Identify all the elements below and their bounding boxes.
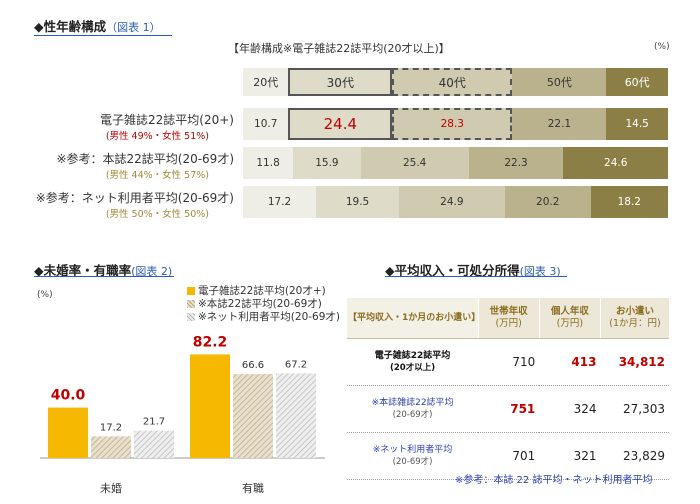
table-header-cell: 個人年収 (万円): [538, 298, 601, 339]
age-segment: 20.2: [504, 186, 591, 218]
value-cell: 34,812: [600, 338, 669, 386]
age-header-1: 20代: [243, 68, 289, 96]
bar: [190, 354, 230, 458]
table-row: ※本誌雑誌22誌平均 (20-69才) 751 324 27,303: [347, 385, 669, 433]
age-chart-title: 【年齢構成※電子雑誌22誌平均(20才以上)】: [228, 42, 450, 55]
header-text: (1か月：円): [609, 318, 661, 329]
value-cell: 27,303: [600, 385, 669, 433]
bar-value-label: 17.2: [100, 422, 122, 433]
bar: [134, 430, 174, 458]
bar: [276, 373, 316, 458]
header-text: 世帯年収: [489, 306, 528, 317]
age-row-sub: (男性 50%・女性 50%): [105, 209, 209, 220]
value-cell: 710: [478, 338, 540, 386]
age-segment: 24.9: [398, 186, 505, 218]
row-label-cell: ※本誌雑誌22誌平均 (20-69才): [347, 385, 479, 433]
age-segment: 10.7: [243, 108, 289, 140]
bar-value-label: 21.7: [143, 417, 165, 428]
section3-underline: [385, 276, 567, 277]
income-table: 【平均収入・1か月のお小遣い】 世帯年収 (万円) 個人年収 (万円) お小遣い (1か月：…: [347, 298, 669, 480]
table-header-cell: 【平均収入・1か月のお小遣い】: [347, 298, 481, 339]
income-footnote: ※参考：本誌 22 誌平均・ネット利用者平均: [455, 475, 653, 486]
age-segment: 18.2: [590, 186, 668, 218]
section2-underline: [34, 276, 174, 277]
value-cell: 324: [539, 385, 601, 433]
row-label-text: (20才以上): [389, 363, 436, 373]
bar: [91, 436, 131, 458]
age-header-3: 40代: [392, 68, 513, 96]
age-row-label: 電子雑誌22誌平均(20+): [100, 113, 234, 127]
age-row-label: ※参考：本誌22誌平均(20-69才): [56, 152, 234, 166]
row-label-text: (20-69才): [392, 410, 433, 420]
marriage-employment-chart: 40.0 17.2 21.7 未婚 82.2 66.6 67.2 有職: [40, 334, 325, 495]
table-header-cell: お小遣い (1か月：円): [599, 298, 669, 339]
row-label-text: 電子雑誌22誌平均: [374, 351, 451, 361]
row-label-cell: 電子雑誌22誌平均 (20才以上): [347, 338, 479, 386]
table-header-cell: 世帯年収 (万円): [477, 298, 540, 339]
header-text: (万円): [556, 318, 584, 329]
age-segment: 17.2: [243, 186, 317, 218]
bar-value-label: 82.2: [193, 334, 228, 350]
value-cell: 413: [539, 338, 601, 386]
age-segment: 14.5: [606, 108, 668, 140]
section1-link[interactable]: （図表 1）: [106, 21, 161, 34]
age-row-sub: (男性 44%・女性 57%): [105, 170, 209, 181]
age-segment: 22.3: [468, 147, 564, 179]
bar-value-label: 66.6: [242, 360, 264, 371]
section1-underline: [34, 35, 172, 36]
age-segment: 28.3: [392, 108, 513, 140]
marriage-chart-unit: (%): [37, 290, 53, 300]
age-segment: 22.1: [512, 108, 607, 140]
header-text: (万円): [495, 318, 522, 329]
bar: [233, 374, 273, 458]
category-label: 未婚: [100, 481, 122, 495]
age-segment: 24.4: [288, 108, 393, 140]
header-text: お小遣い: [615, 306, 654, 317]
age-segment: 19.5: [316, 186, 399, 218]
row-label-text: ※本誌雑誌22誌平均: [371, 398, 454, 408]
table-row: 電子雑誌22誌平均 (20才以上) 710 413 34,812: [347, 338, 669, 386]
age-header-4: 50代: [512, 68, 607, 96]
header-text: 【平均収入・1か月のお小遣い】: [348, 313, 481, 323]
category-label: 有職: [242, 481, 264, 495]
legend-swatch: [187, 286, 195, 295]
age-segment: 24.6: [563, 147, 668, 179]
bar-value-label: 40.0: [51, 388, 86, 404]
income-data-table: 【平均収入・1か月のお小遣い】 世帯年収 (万円) 個人年収 (万円) お小遣い (1か月：…: [347, 298, 669, 480]
row-label-text: ※ネット利用者平均: [372, 445, 453, 455]
row-label-text: (20-69才): [392, 457, 433, 467]
age-segment: 25.4: [360, 147, 469, 179]
age-header-2: 30代: [288, 68, 393, 96]
age-segment: 11.8: [243, 147, 294, 179]
age-row-sub: (男性 49%・女性 51%): [105, 131, 209, 142]
bar: [48, 407, 88, 458]
value-cell: 751: [478, 385, 540, 433]
table-header-row: 【平均収入・1か月のお小遣い】 世帯年収 (万円) 個人年収 (万円) お小遣い (1か月：…: [347, 298, 669, 339]
age-row-label: ※参考：ネット利用者平均(20-69才): [35, 191, 234, 205]
bar-value-label: 67.2: [285, 359, 307, 370]
header-text: 個人年収: [550, 306, 589, 317]
section1-title: ◆性年齢構成（図表 1）: [34, 19, 161, 34]
legend-swatch: [187, 299, 195, 308]
age-header-5: 60代: [606, 68, 668, 96]
age-chart-unit: (%): [654, 42, 670, 52]
age-segment: 15.9: [293, 147, 361, 179]
